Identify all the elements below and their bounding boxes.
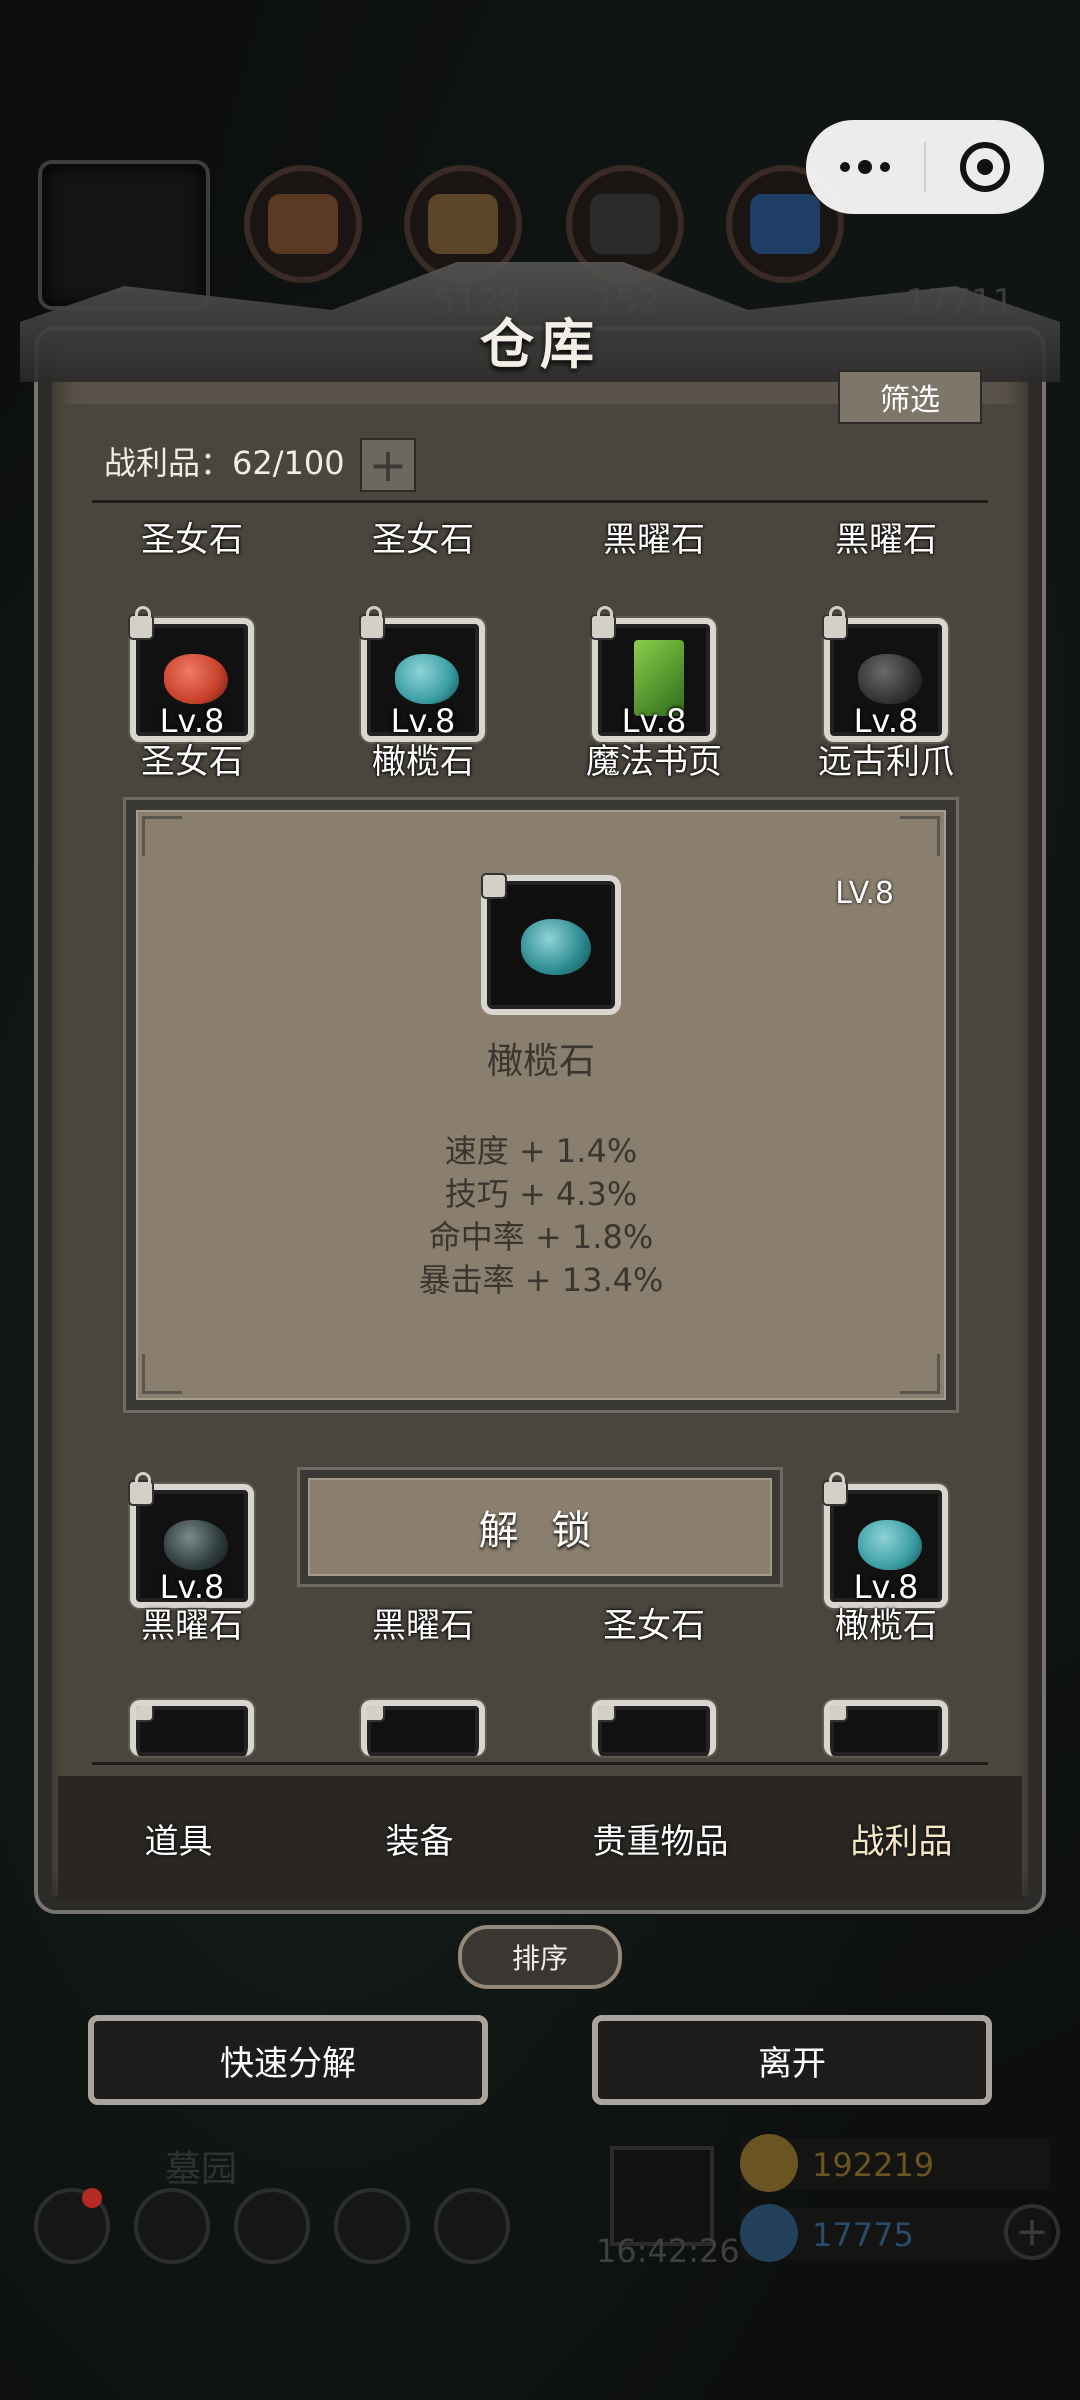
item-name: 圣女石 [141,742,243,782]
lock-icon [128,606,154,640]
inventory-slot[interactable] [592,1700,716,1756]
stat-line: 暴击率 + 13.4% [418,1261,664,1299]
inventory-slot[interactable]: Lv.8 [822,606,948,742]
obsidian-gem-icon [164,1520,228,1570]
lock-icon [481,873,507,899]
category-tabs: 道具 装备 贵重物品 战利品 [58,1776,1022,1900]
leave-button[interactable]: 离开 [592,2015,992,2105]
ore-resource-icon [244,165,362,283]
item-name: 黑曜石 [372,1606,474,1646]
gold-amount: 192219 [812,2146,935,2184]
item-name: 黑曜石 [835,520,937,560]
inventory-slot[interactable]: Lv.8 [822,1472,948,1608]
red-gem-icon [164,654,228,704]
item-name: 圣女石 [141,520,243,560]
inventory-slot[interactable]: Lv.8 [590,606,716,742]
item-name: 魔法书页 [586,742,722,782]
mini-program-capsule [806,120,1044,214]
inventory-slot[interactable] [824,1700,948,1756]
lock-icon [822,1472,848,1506]
inventory-slot[interactable] [361,1700,485,1756]
achievement-icon[interactable] [134,2188,210,2264]
lock-icon [598,1706,616,1722]
inventory-slot[interactable]: Lv.8 [128,1472,254,1608]
stat-line: 技巧 + 4.3% [444,1175,638,1213]
mail-icon[interactable] [334,2188,410,2264]
add-currency-button[interactable]: + [1004,2204,1060,2260]
item-name: 圣女石 [603,1606,705,1646]
detail-stats: 速度 + 1.4% 技巧 + 4.3% 命中率 + 1.8% 暴击率 + 13.… [136,1130,946,1302]
item-detail-popup: LV.8 橄榄石 速度 + 1.4% 技巧 + 4.3% 命中率 + 1.8% … [126,800,956,1410]
close-miniprogram-icon[interactable] [926,142,1044,192]
item-name: 橄榄石 [372,742,474,782]
stat-line: 命中率 + 1.8% [428,1218,654,1256]
divider [92,500,988,503]
social-icon[interactable] [434,2188,510,2264]
tab-items[interactable]: 道具 [58,1776,299,1900]
lock-icon [136,1706,154,1722]
item-name: 黑曜石 [141,1606,243,1646]
detail-item-icon [481,873,621,1015]
item-name: 橄榄石 [835,1606,937,1646]
tab-loot[interactable]: 战利品 [781,1776,1022,1900]
detail-level: LV.8 [835,876,894,911]
expand-capacity-button[interactable]: + [360,438,416,492]
item-name: 圣女石 [372,520,474,560]
more-options-icon[interactable] [806,160,924,174]
diamond-icon [740,2204,798,2262]
olivine-gem-icon [521,919,591,975]
gem-amount: 17775 [812,2216,914,2254]
loot-capacity: 战利品：62/100 [104,444,345,482]
detail-item-name: 橄榄石 [486,1041,595,1082]
tab-equipment[interactable]: 装备 [299,1776,540,1900]
lock-icon [590,606,616,640]
item-name: 远古利爪 [818,742,954,782]
olivine-gem-icon [858,1520,922,1570]
item-name: 黑曜石 [603,520,705,560]
clock: 16:42:26 [596,2232,740,2270]
lock-icon [128,1472,154,1506]
codex-icon[interactable] [234,2188,310,2264]
tab-valuables[interactable]: 贵重物品 [540,1776,781,1900]
inventory-slot[interactable]: Lv.8 [359,606,485,742]
divider [92,1762,988,1765]
sort-button[interactable]: 排序 [458,1925,622,1989]
inventory-slot[interactable] [130,1700,254,1756]
map-name: 墓园 [165,2149,238,2190]
quick-decompose-button[interactable]: 快速分解 [88,2015,488,2105]
lock-icon [830,1706,848,1722]
lock-icon [359,606,385,640]
lock-icon [367,1706,385,1722]
unlock-button[interactable]: 解 锁 [300,1470,780,1584]
gold-coin-icon [740,2134,798,2192]
gold-display: 192219 [740,2134,1050,2192]
lock-icon [822,606,848,640]
stat-line: 速度 + 1.4% [444,1132,638,1170]
olivine-gem-icon [395,654,459,704]
panel-title: 仓库 [480,312,600,376]
inventory-slot[interactable]: Lv.8 [128,606,254,742]
gift-icon[interactable] [610,2146,714,2246]
filter-button[interactable]: 筛选 [838,370,982,424]
claw-icon [858,654,922,704]
notification-dot [82,2188,102,2208]
